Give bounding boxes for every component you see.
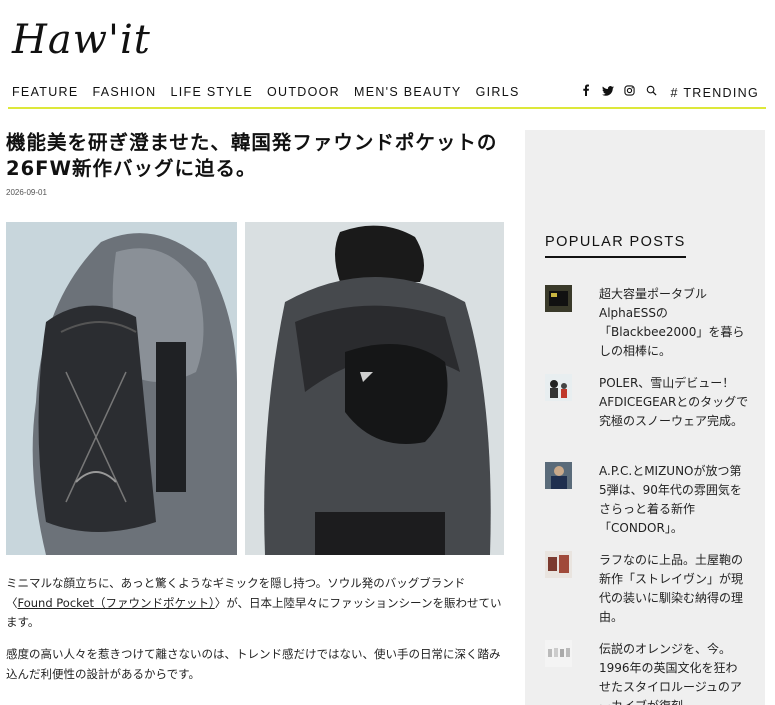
nav-item-fashion[interactable]: FASHION [93, 84, 157, 100]
twitter-icon[interactable] [597, 85, 619, 101]
post-title[interactable]: 超大容量ポータブルAlphaESSの「Blackbee2000」を暮らしの相棒に… [599, 285, 749, 361]
trending-link[interactable]: # TRENDING [671, 85, 759, 101]
popular-posts-heading: POPULAR POSTS [545, 234, 686, 258]
article-date: 2026-09-01 [6, 188, 47, 197]
article-paragraph-1: ミニマルな顔立ちに、あっと驚くようなギミックを隠し持つ。ソウル発のバッグブランド… [6, 574, 506, 633]
post-title[interactable]: ラフなのに上品。土屋鞄の新作「ストレイヴン」が現代の装いに馴染む納得の理由。 [599, 551, 749, 627]
article-paragraph-2: 感度の高い人々を惹きつけて離さないのは、トレンド感だけではない、使い手の日常に深… [6, 647, 501, 681]
brand-link[interactable]: Found Pocket（ファウンドポケット） [18, 596, 215, 610]
site-logo[interactable]: Haw'it [12, 12, 152, 68]
search-icon[interactable] [641, 85, 663, 101]
post-thumbnail [545, 640, 572, 667]
nav-accent-line [8, 107, 766, 109]
nav-item-outdoor[interactable]: OUTDOOR [267, 84, 340, 100]
facebook-icon[interactable] [575, 84, 597, 101]
nav-item-feature[interactable]: FEATURE [12, 84, 79, 100]
post-title[interactable]: A.P.C.とMIZUNOが放つ第5弾は、90年代の雰囲気をさらっと着る新作「C… [599, 462, 749, 538]
sidebar: POPULAR POSTS 超大容量ポータブルAlphaESSの「Blackbe… [525, 130, 765, 705]
post-thumbnail [545, 462, 572, 489]
post-thumbnail [545, 285, 572, 312]
nav-item-girls[interactable]: GIRLS [476, 84, 520, 100]
post-thumbnail [545, 551, 572, 578]
post-thumbnail [545, 374, 572, 401]
post-title[interactable]: 伝説のオレンジを、今。1996年の英国文化を狂わせたスタイロルージュのアーカイブ… [599, 640, 749, 705]
nav-item-mens-beauty[interactable]: MEN'S BEAUTY [354, 84, 462, 100]
post-title[interactable]: POLER、雪山デビュー！AFDICEGEARとのタッグで究極のスノーウェア完成… [599, 374, 749, 431]
nav-item-lifestyle[interactable]: LIFE STYLE [171, 84, 253, 100]
article-photo-sling-bag [245, 222, 504, 555]
article-title: 機能美を研ぎ澄ませた、韓国発ファウンドポケットの26FW新作バッグに迫る。 [6, 131, 498, 180]
article-photo-backpack [6, 222, 237, 555]
instagram-icon[interactable] [619, 84, 641, 101]
main-nav: FEATURE FASHION LIFE STYLE OUTDOOR MEN'S… [0, 80, 775, 110]
logo-text: Haw'it [12, 17, 151, 63]
